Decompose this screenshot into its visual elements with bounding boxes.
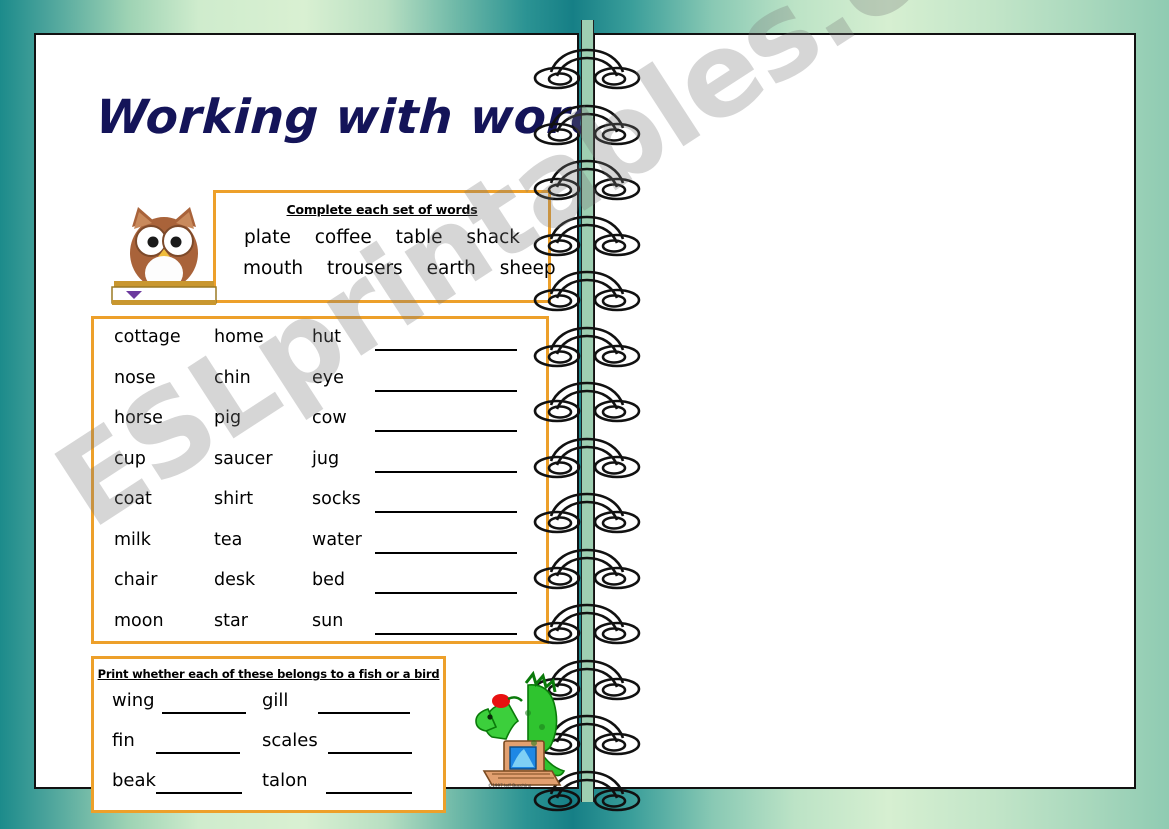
word-bank-word: mouth <box>243 258 304 279</box>
spiral-coil <box>533 488 641 547</box>
answer-blank[interactable] <box>162 712 246 714</box>
word-set-row: cottage home hut <box>94 319 546 360</box>
word-set-item: moon <box>114 610 164 631</box>
answer-blank[interactable] <box>375 389 517 392</box>
spiral-coil <box>533 100 641 159</box>
answer-blank[interactable] <box>328 752 412 754</box>
word-bank-word: earth <box>426 258 476 279</box>
word-set-item: sun <box>312 610 344 631</box>
word-set-item: pig <box>214 408 242 428</box>
answer-blank[interactable] <box>375 470 517 473</box>
dragon-at-computer-icon: ©1997 Jeff Bucchino <box>468 667 574 789</box>
word-set-item: horse <box>114 408 163 428</box>
word-set-item: socks <box>312 489 361 509</box>
word-set-item: cup <box>114 448 146 469</box>
spiral-coil <box>533 599 641 658</box>
word-set-item: eye <box>312 367 344 388</box>
word-set-item: cow <box>312 408 347 428</box>
word-sets-box: cottage home hut nose chin eye horse pig… <box>91 316 549 644</box>
spiral-coil <box>533 322 641 381</box>
fish-or-bird-box: Print whether each of these belongs to a… <box>91 656 446 813</box>
word-set-item: jug <box>312 448 340 469</box>
word-set-item: cottage <box>114 327 181 347</box>
answer-blank[interactable] <box>375 511 517 513</box>
fish-or-bird-heading: Print whether each of these belongs to a… <box>97 667 440 681</box>
word-bank-row-1: plate coffee table shack <box>216 227 548 248</box>
answer-blank[interactable] <box>375 592 517 594</box>
fish-or-bird-word: gill <box>262 690 289 711</box>
spiral-coil <box>533 377 641 436</box>
answer-blank[interactable] <box>326 792 412 794</box>
answer-blank[interactable] <box>375 632 517 635</box>
word-set-item: shirt <box>214 489 254 509</box>
word-bank-word: coffee <box>314 227 372 248</box>
word-set-item: desk <box>214 570 256 590</box>
fish-or-bird-row: wing gill <box>94 681 443 721</box>
answer-blank[interactable] <box>375 551 517 554</box>
spiral-coil <box>533 266 641 325</box>
answer-blank[interactable] <box>156 752 240 754</box>
word-set-item: milk <box>114 529 151 550</box>
word-set-row: moon star sun <box>94 603 546 644</box>
answer-blank[interactable] <box>156 792 242 794</box>
word-set-item: star <box>214 610 248 631</box>
fish-or-bird-row: fin scales <box>94 721 443 761</box>
spiral-coil <box>533 433 641 492</box>
owl-on-book-icon <box>108 201 220 309</box>
word-set-item: nose <box>114 367 156 388</box>
spiral-coil <box>533 44 641 103</box>
word-set-row: horse pig cow <box>94 400 546 441</box>
word-set-item: chin <box>214 367 251 388</box>
word-bank-row-2: mouth trousers earth sheep <box>216 258 556 279</box>
word-bank-word: table <box>395 227 443 248</box>
word-set-item: chair <box>114 570 158 590</box>
word-set-row: chair desk bed <box>94 562 546 603</box>
word-set-row: coat shirt socks <box>94 481 546 522</box>
word-set-item: home <box>214 327 264 347</box>
word-set-item: hut <box>312 327 342 347</box>
word-set-row: milk tea water <box>94 522 546 563</box>
fish-or-bird-word: wing <box>112 690 155 711</box>
spiral-coil <box>533 155 641 214</box>
word-set-item: bed <box>312 570 345 590</box>
answer-blank[interactable] <box>375 430 517 432</box>
spiral-coil <box>533 544 641 603</box>
fish-or-bird-word: scales <box>262 730 318 751</box>
word-set-row: cup saucer jug <box>94 441 546 482</box>
word-set-item: water <box>312 529 362 550</box>
word-set-item: coat <box>114 489 152 509</box>
word-set-row: nose chin eye <box>94 360 546 401</box>
word-set-item: tea <box>214 529 243 550</box>
art-credit-text: ©1997 Jeff Bucchino <box>488 783 532 788</box>
fish-or-bird-word: beak <box>112 770 156 791</box>
word-set-item: saucer <box>214 448 273 469</box>
word-bank-heading: Complete each set of words <box>286 202 478 217</box>
word-bank-word: plate <box>244 227 291 248</box>
fish-or-bird-word: fin <box>112 730 135 751</box>
word-bank-box: Complete each set of words plate coffee … <box>213 190 556 303</box>
answer-blank[interactable] <box>375 349 517 351</box>
spiral-coil <box>533 211 641 270</box>
word-bank-word: trousers <box>326 258 403 279</box>
left-page: Working with words Complete each set of … <box>34 33 634 813</box>
right-page: Print a, e, i o, or u to make a word br … <box>593 33 1136 789</box>
answer-blank[interactable] <box>318 712 410 714</box>
fish-or-bird-row: beak talon <box>94 761 443 801</box>
fish-or-bird-word: talon <box>262 770 308 791</box>
worksheet-sheet: Working with words Complete each set of … <box>0 0 1169 821</box>
word-bank-word: shack <box>466 227 520 248</box>
